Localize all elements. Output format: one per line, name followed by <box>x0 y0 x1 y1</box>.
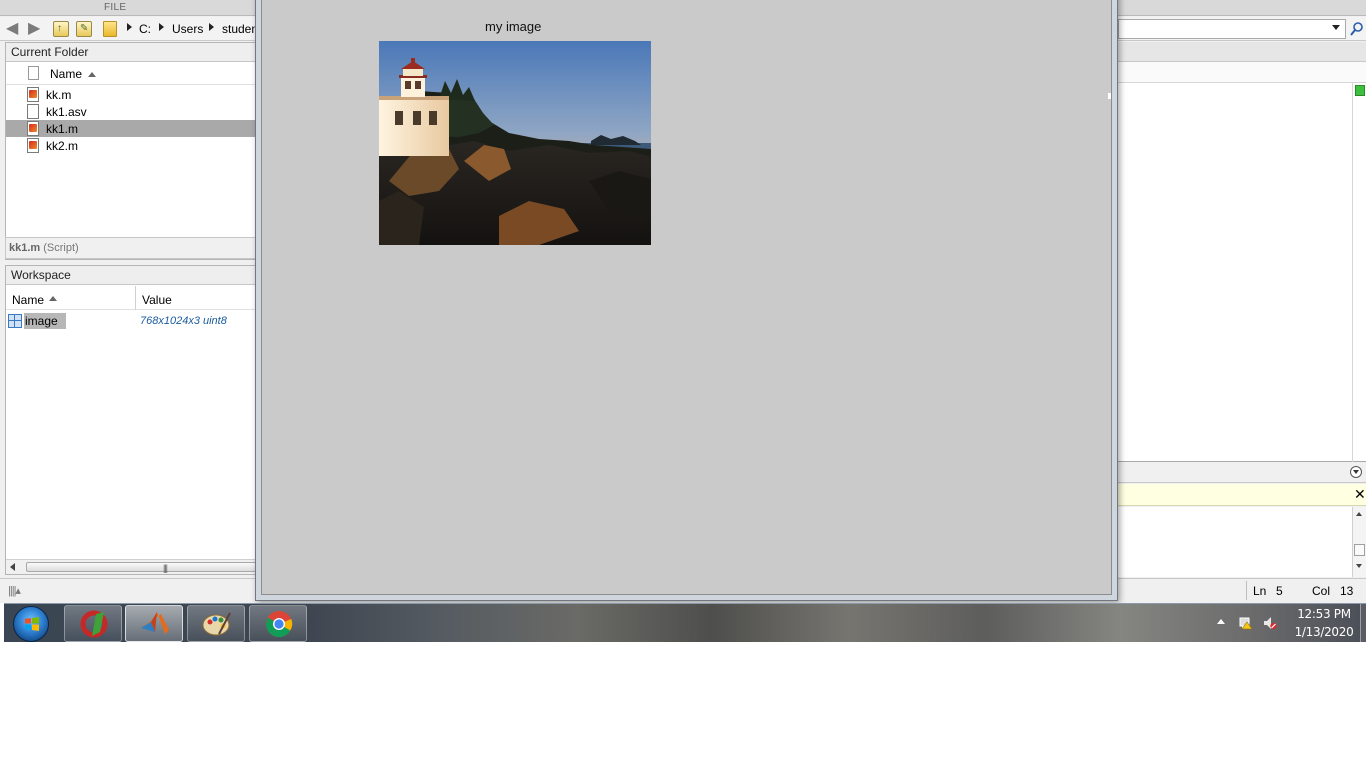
browse-folder-icon[interactable]: ✎ <box>76 21 92 37</box>
column-number: 13 <box>1340 584 1354 598</box>
close-icon[interactable]: ✕ <box>1354 486 1366 503</box>
column-divider[interactable] <box>135 286 136 310</box>
matlab-desktop: FILE ◀ ▶ ↑ ✎ C: Users studen Current Fol… <box>0 0 1366 603</box>
ccleaner-icon <box>80 610 108 638</box>
show-hidden-icons-icon[interactable] <box>1217 619 1225 624</box>
workspace-header: Name Value <box>6 286 256 310</box>
chevron-down-icon[interactable] <box>1332 25 1340 30</box>
column-header-name[interactable]: Name <box>12 293 44 307</box>
breadcrumb-separator-icon <box>209 23 214 31</box>
command-window[interactable] <box>1118 507 1366 577</box>
variable-value: 768x1024x3 uint8 <box>140 315 227 327</box>
workspace-panel: Workspace Name Value image 768x1024x3 ui… <box>5 265 258 575</box>
column-label: Col <box>1312 584 1331 598</box>
editor-header <box>1118 62 1366 83</box>
forward-arrow-icon[interactable]: ▶ <box>28 21 46 37</box>
chrome-icon <box>265 611 293 638</box>
volume-muted-icon[interactable] <box>1263 616 1277 630</box>
taskbar-app-paint[interactable] <box>187 605 245 642</box>
network-icon[interactable] <box>1239 616 1253 630</box>
file-row[interactable]: kk1.asv <box>6 103 256 120</box>
clock-time[interactable]: 12:53 PM <box>1290 607 1358 621</box>
address-field[interactable] <box>1118 19 1346 39</box>
scroll-left-icon[interactable] <box>10 563 15 571</box>
start-button[interactable] <box>13 606 49 642</box>
line-label: Ln <box>1253 584 1267 598</box>
editor-tab-bar <box>1118 42 1366 62</box>
grip-icon: ||| <box>163 563 168 573</box>
editor-margin-line <box>1352 83 1353 462</box>
paint-palette-icon <box>202 612 231 636</box>
scrollbar-thumb[interactable]: ||| <box>26 562 258 573</box>
column-header-name[interactable]: Name <box>50 67 82 81</box>
back-arrow-icon[interactable]: ◀ <box>6 21 24 37</box>
up-folder-icon[interactable]: ↑ <box>53 21 69 37</box>
workspace-title: Workspace <box>6 266 256 285</box>
vertical-scrollbar[interactable] <box>1352 507 1366 577</box>
taskbar-app-chrome[interactable] <box>249 605 307 642</box>
figure-edge-mark <box>1108 93 1111 99</box>
scroll-down-icon[interactable] <box>1356 564 1362 568</box>
code-analyzer-ok-icon[interactable] <box>1355 85 1365 96</box>
folder-icon <box>103 21 117 37</box>
search-icon[interactable] <box>1350 21 1364 37</box>
left-status-bar: ||||▴ <box>0 578 258 603</box>
show-desktop-button[interactable] <box>1360 604 1366 643</box>
taskbar-app-ccleaner[interactable] <box>64 605 122 642</box>
current-folder-title: Current Folder <box>6 43 256 62</box>
status-divider <box>1246 581 1247 600</box>
breadcrumb-separator-icon <box>159 23 164 31</box>
horizontal-scrollbar[interactable]: ||| <box>6 559 258 574</box>
variable-name: image <box>24 313 66 329</box>
lighthouse-photo <box>379 41 651 245</box>
current-folder-header: Name <box>6 63 256 85</box>
breadcrumb-item[interactable]: Users <box>172 22 203 36</box>
breadcrumb-item[interactable]: studen <box>222 22 258 36</box>
notification-bar <box>1118 484 1366 506</box>
m-file-icon <box>27 138 39 153</box>
file-name: kk2.m <box>46 139 79 153</box>
figure-axes-title: my image <box>485 19 542 34</box>
m-file-icon <box>27 121 39 136</box>
clock-date[interactable]: 1/13/2020 <box>1290 625 1358 639</box>
line-number: 5 <box>1276 584 1283 598</box>
panel-actions-icon[interactable] <box>1350 466 1362 478</box>
taskbar-app-matlab[interactable] <box>125 605 183 642</box>
current-folder-panel: Current Folder Name kk.m kk1.asv kk1.m k… <box>5 42 257 260</box>
grip-icon[interactable]: ||||▴ <box>8 584 21 597</box>
m-file-icon <box>27 87 39 102</box>
sort-ascending-icon <box>88 72 96 77</box>
matrix-variable-icon <box>8 314 22 328</box>
file-row[interactable]: kk.m <box>6 86 256 103</box>
windows-taskbar: 12:53 PM 1/13/2020 <box>4 603 1366 643</box>
file-name: kk1.asv <box>46 105 87 119</box>
file-row[interactable]: kk2.m <box>6 137 256 154</box>
scrollbar-thumb[interactable] <box>1354 544 1365 556</box>
column-header-value[interactable]: Value <box>142 293 172 307</box>
file-name: kk1.m <box>46 122 79 136</box>
details-file-name: kk1.m <box>9 242 41 254</box>
ribbon-file-tab[interactable]: FILE <box>104 2 126 13</box>
file-details-bar[interactable]: kk1.m (Script) <box>5 237 257 259</box>
file-type-icon <box>28 66 39 80</box>
editor-area[interactable] <box>1118 62 1366 462</box>
workspace-variable-row[interactable]: image 768x1024x3 uint8 <box>6 313 256 330</box>
matlab-icon <box>141 612 169 634</box>
scroll-up-icon[interactable] <box>1356 512 1362 516</box>
sort-ascending-icon <box>49 296 57 301</box>
details-file-kind: (Script) <box>43 242 79 254</box>
windows-logo-icon <box>25 617 39 631</box>
file-name: kk.m <box>46 88 72 102</box>
file-row-selected[interactable]: kk1.m <box>6 120 256 137</box>
breadcrumb-item[interactable]: C: <box>139 22 151 36</box>
command-window-header <box>1118 463 1366 483</box>
breadcrumb-separator-icon <box>127 23 132 31</box>
file-icon <box>27 104 39 119</box>
